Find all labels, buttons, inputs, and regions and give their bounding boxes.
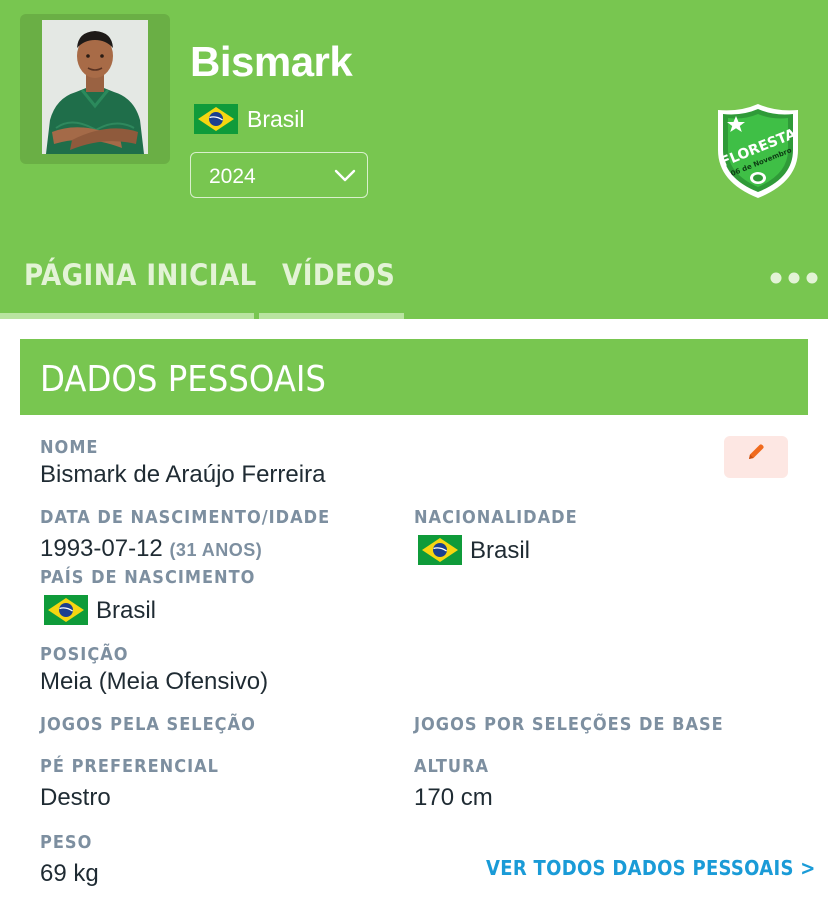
name-label: NOME [40,437,99,458]
birth-country-label: PAÍS DE NASCIMENTO [40,567,256,588]
tab-home[interactable]: PÁGINA INICIAL [24,258,257,292]
birth-date-row: 1993-07-12 (31 ANOS) [40,535,262,563]
nationality-label: NACIONALIDADE [414,507,578,528]
weight-value: 69 kg [40,860,99,887]
brazil-flag-icon [418,535,462,565]
edit-button[interactable] [724,436,788,478]
club-crest-icon[interactable]: FLORESTA 06 de Novembro [714,102,802,200]
height-label: ALTURA [414,756,490,777]
tab-home-indicator [0,313,254,319]
personal-data-header: DADOS PESSOAIS [20,339,808,415]
see-all-personal-data-link[interactable]: VER TODOS DADOS PESSOAIS > [486,856,816,880]
tab-videos-indicator [259,313,404,319]
foot-value: Destro [40,784,111,811]
birth-date-label: DATA DE NASCIMENTO/IDADE [40,507,331,528]
player-country: Brasil [247,106,305,132]
position-label: POSIÇÃO [40,644,129,665]
season-value: 2024 [209,165,256,188]
tab-videos[interactable]: VÍDEOS [282,258,395,292]
position-value: Meia (Meia Ofensivo) [40,668,269,695]
age-value: (31 ANOS) [169,540,263,560]
profile-header: Bismark Brasil 2024 FLORESTA 06 de Novem… [0,0,828,319]
pencil-icon [749,444,764,459]
chevron-down-icon [334,169,356,182]
nationality-value: Brasil [470,537,531,564]
youth-caps-label: JOGOS POR SELEÇÕES DE BASE [414,714,724,735]
height-value: 170 cm [414,784,493,811]
brazil-flag-icon [44,595,88,625]
player-photo-frame [20,14,170,164]
weight-label: PESO [40,832,93,853]
player-photo [42,20,148,154]
brazil-flag-icon [194,104,238,134]
season-select[interactable]: 2024 [190,152,368,198]
section-title: DADOS PESSOAIS [40,359,326,400]
player-name: Bismark [190,38,353,85]
caps-label: JOGOS PELA SELEÇÃO [40,714,256,735]
name-value: Bismark de Araújo Ferreira [40,461,326,488]
birth-date-value: 1993-07-12 [40,535,163,562]
foot-label: PÉ PREFERENCIAL [40,756,219,777]
player-photo-image [42,20,148,154]
more-dots-icon[interactable] [770,270,818,286]
birth-country-value: Brasil [96,597,157,624]
